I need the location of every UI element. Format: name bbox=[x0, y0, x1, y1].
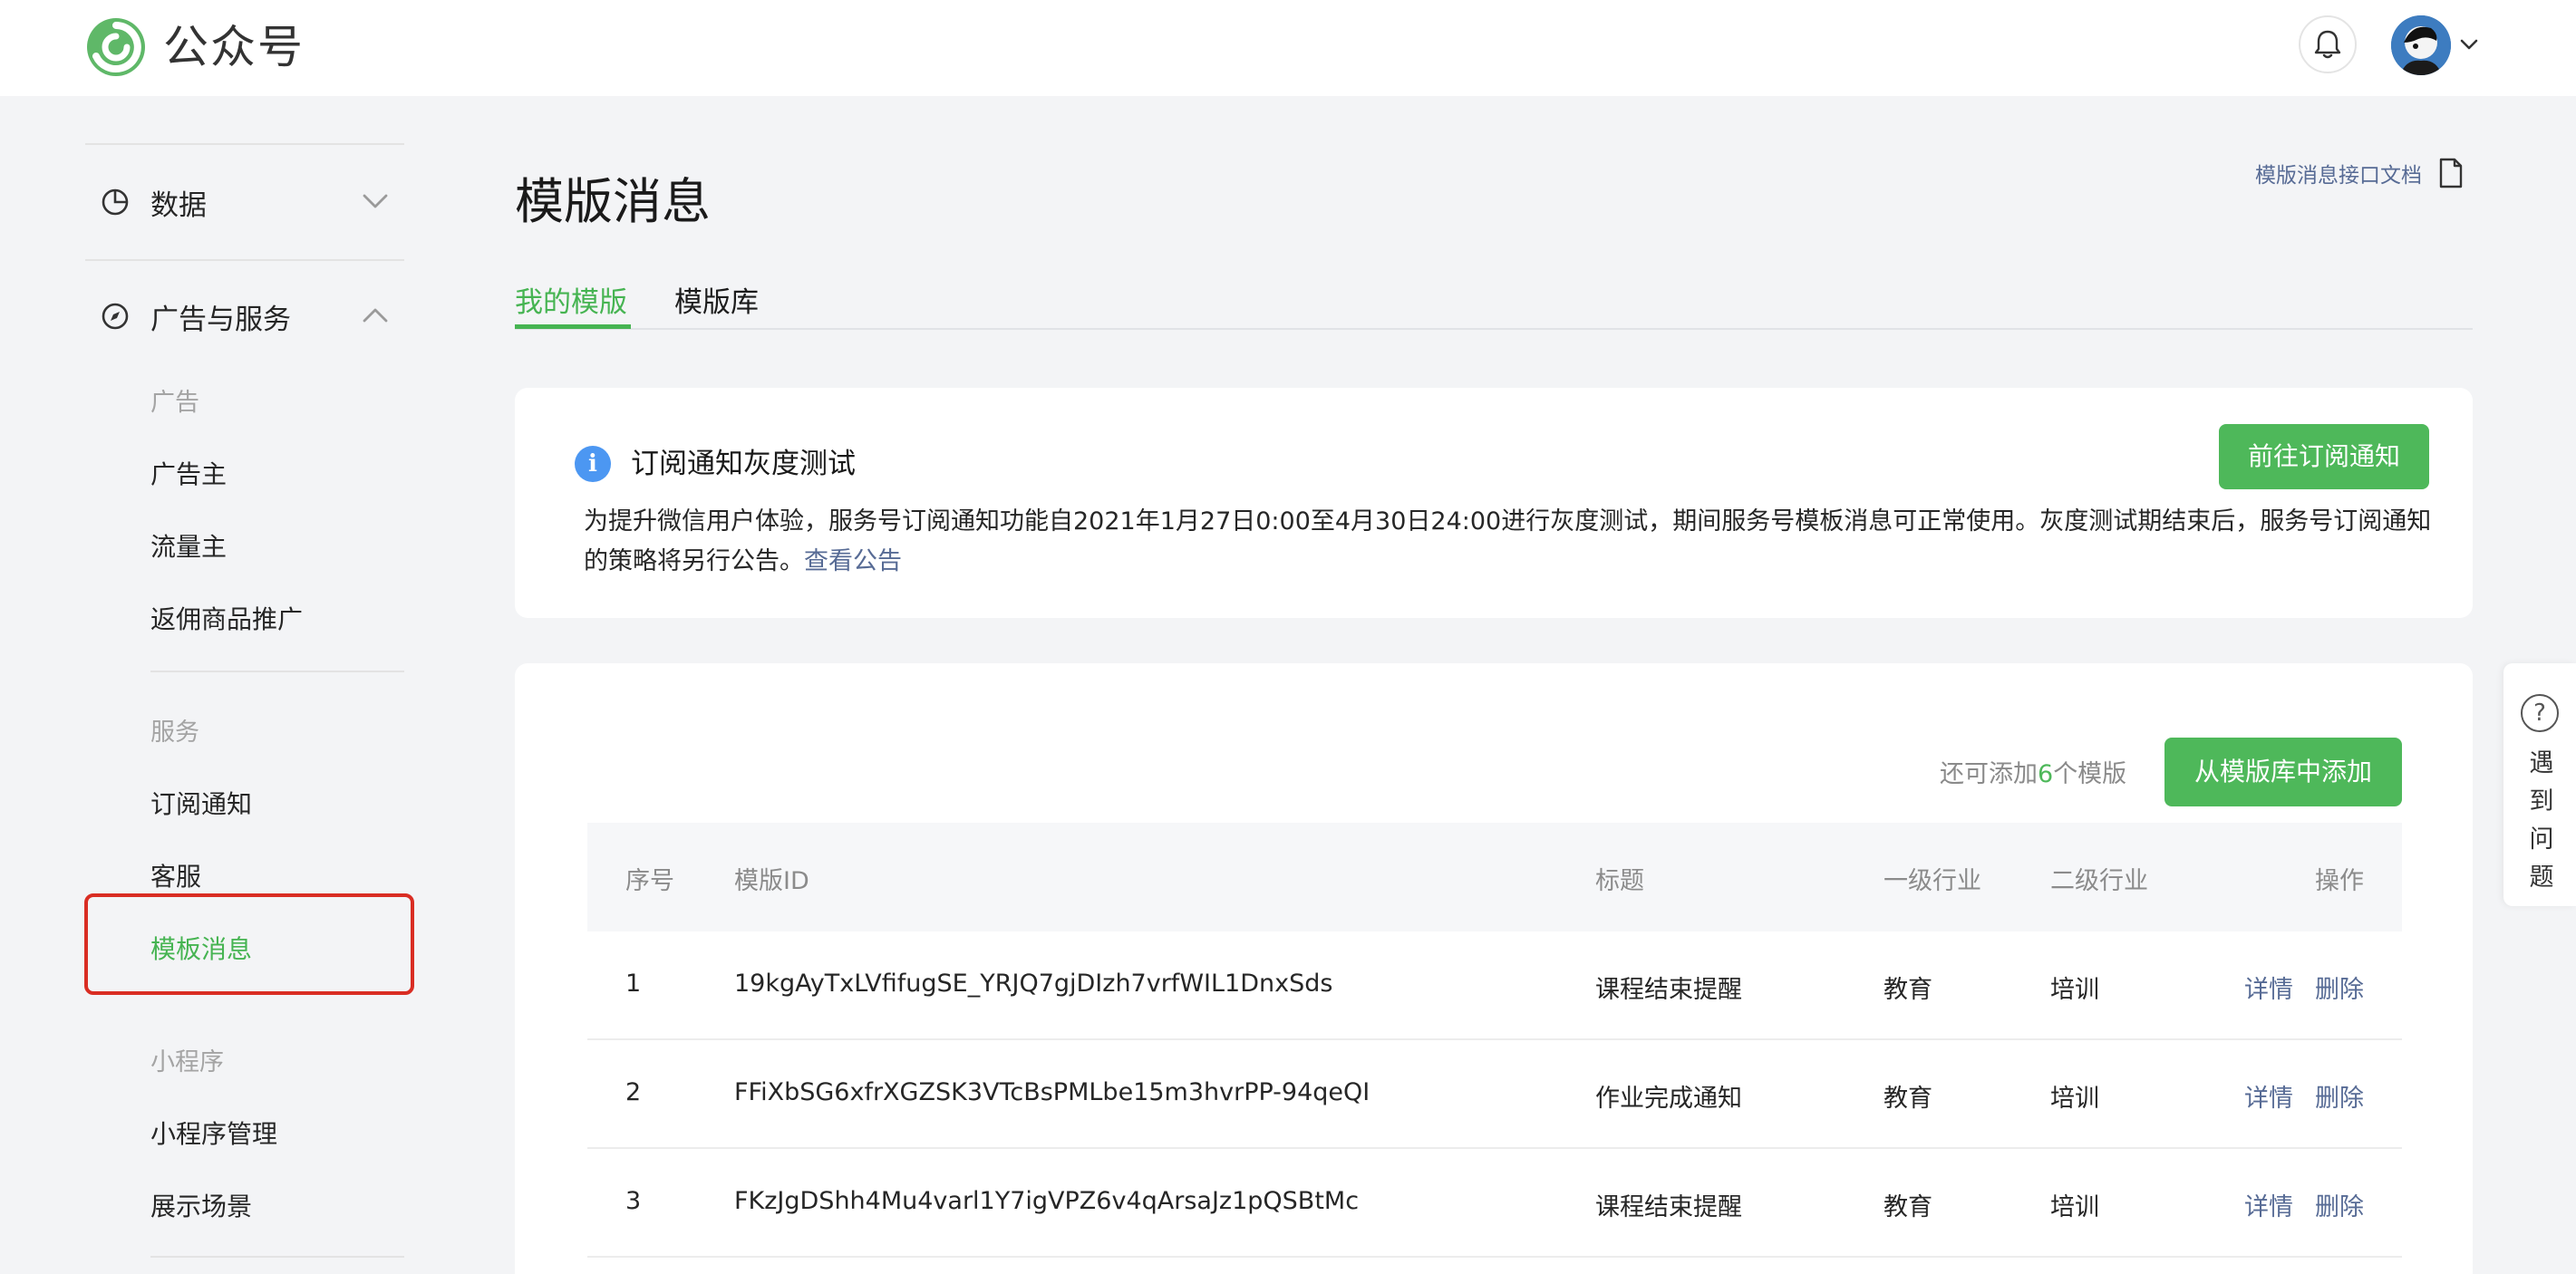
row-title: 作业完成通知 bbox=[1595, 1085, 1742, 1113]
row-no: 1 bbox=[625, 970, 642, 998]
sidebar-caption-ads: 广告 bbox=[150, 389, 199, 417]
sidebar-item-customer-service[interactable]: 客服 bbox=[150, 857, 201, 893]
row-template-id: FKzJgDShh4Mu4varl1Y7igVPZ6v4qArsaJz1pQSB… bbox=[734, 1187, 1360, 1215]
row-industry-2: 培训 bbox=[2050, 1193, 2099, 1221]
tabs-divider bbox=[515, 328, 2473, 330]
table-row: 1 19kgAyTxLVfifugSE_YRJQ7gjDIzh7vrfWIL1D… bbox=[587, 931, 2402, 1040]
detail-link[interactable]: 详情 bbox=[2244, 976, 2293, 1004]
add-from-library-button[interactable]: 从模版库中添加 bbox=[2164, 738, 2402, 806]
row-industry-2: 培训 bbox=[2050, 976, 2099, 1004]
row-template-id: 19kgAyTxLVfifugSE_YRJQ7gjDIzh7vrfWIL1Dnx… bbox=[734, 970, 1333, 998]
help-text: 遇到问题 bbox=[2529, 749, 2554, 892]
quota-text: 还可添加6个模版 bbox=[1940, 754, 2126, 789]
avatar[interactable] bbox=[2391, 15, 2451, 75]
sidebar-group-data[interactable]: 数据 bbox=[85, 161, 404, 243]
table-row: 2 FFiXbSG6xfrXGZSK3VTcBsPMLbe15m3hvrPP-9… bbox=[587, 1040, 2402, 1149]
column-header-industry-1: 一级行业 bbox=[1884, 867, 1981, 895]
row-no: 3 bbox=[625, 1187, 642, 1215]
column-header-actions: 操作 bbox=[2315, 867, 2364, 895]
info-icon: i bbox=[575, 446, 611, 482]
delete-link[interactable]: 删除 bbox=[2315, 976, 2364, 1004]
chevron-down-icon bbox=[363, 194, 388, 208]
pie-chart-icon bbox=[102, 188, 129, 216]
chevron-up-icon bbox=[363, 308, 388, 323]
sidebar-group-label: 广告与服务 bbox=[150, 303, 291, 336]
row-industry-1: 教育 bbox=[1884, 976, 1932, 1004]
active-tab-indicator bbox=[515, 324, 631, 329]
question-mark-icon: ? bbox=[2521, 694, 2559, 732]
row-actions: 详情 删除 bbox=[2244, 970, 2364, 1005]
sidebar-group-ads-services[interactable]: 广告与服务 bbox=[85, 275, 404, 357]
row-actions: 详情 删除 bbox=[2244, 1078, 2364, 1114]
sidebar-item-publisher[interactable]: 流量主 bbox=[150, 527, 227, 564]
column-header-no: 序号 bbox=[625, 867, 674, 895]
notice-title: 订阅通知灰度测试 bbox=[631, 448, 856, 480]
help-float-button[interactable]: ? 遇到问题 bbox=[2503, 663, 2576, 906]
tab-template-library[interactable]: 模版库 bbox=[674, 279, 759, 320]
row-title: 课程结束提醒 bbox=[1595, 1193, 1742, 1221]
column-header-id: 模版ID bbox=[734, 867, 809, 895]
sidebar-divider bbox=[85, 143, 404, 145]
tab-my-templates[interactable]: 我的模版 bbox=[515, 279, 627, 320]
top-bar: 公众号 bbox=[0, 0, 2576, 96]
highlight-annotation-box bbox=[84, 893, 414, 995]
table-row: 3 FKzJgDShh4Mu4varl1Y7igVPZ6v4qArsaJz1pQ… bbox=[587, 1149, 2402, 1258]
quota-prefix: 还可添加 bbox=[1940, 760, 2038, 788]
detail-link[interactable]: 详情 bbox=[2244, 1085, 2293, 1113]
page-title: 模版消息 bbox=[515, 173, 711, 230]
sidebar-caption-miniprogram: 小程序 bbox=[150, 1048, 224, 1076]
row-template-id: FFiXbSG6xfrXGZSK3VTcBsPMLbe15m3hvrPP-94q… bbox=[734, 1078, 1370, 1106]
row-industry-2: 培训 bbox=[2050, 1085, 2099, 1113]
row-title: 课程结束提醒 bbox=[1595, 976, 1742, 1004]
avatar-image bbox=[2391, 15, 2451, 75]
sidebar-item-subscription-notice[interactable]: 订阅通知 bbox=[150, 785, 252, 821]
template-api-doc-link[interactable]: 模版消息接口文档 bbox=[2255, 158, 2464, 188]
sidebar-group-label: 数据 bbox=[150, 188, 207, 222]
sidebar-item-commission-promotion[interactable]: 返佣商品推广 bbox=[150, 600, 303, 636]
detail-link[interactable]: 详情 bbox=[2244, 1193, 2293, 1221]
chevron-down-icon[interactable] bbox=[2458, 36, 2480, 53]
notice-body: 为提升微信用户体验，服务号订阅通知功能自2021年1月27日0:00至4月30日… bbox=[584, 502, 2433, 582]
template-list-card: 还可添加6个模版 从模版库中添加 序号 模版ID 标题 一级行业 二级行业 操作… bbox=[515, 663, 2473, 1274]
compass-icon bbox=[102, 303, 129, 330]
sidebar-item-advertiser[interactable]: 广告主 bbox=[150, 455, 227, 491]
notification-button[interactable] bbox=[2299, 15, 2357, 73]
notice-card: i 订阅通知灰度测试 为提升微信用户体验，服务号订阅通知功能自2021年1月27… bbox=[515, 388, 2473, 618]
sidebar-divider bbox=[150, 671, 404, 672]
bell-icon bbox=[2314, 30, 2341, 59]
table-header: 序号 模版ID 标题 一级行业 二级行业 操作 bbox=[587, 823, 2402, 931]
sidebar-item-miniprogram-management[interactable]: 小程序管理 bbox=[150, 1115, 277, 1151]
sidebar-item-display-scene[interactable]: 展示场景 bbox=[150, 1187, 252, 1223]
quota-suffix: 个模版 bbox=[2053, 760, 2127, 788]
view-announcement-link[interactable]: 查看公告 bbox=[804, 547, 902, 575]
row-actions: 详情 删除 bbox=[2244, 1187, 2364, 1222]
row-industry-1: 教育 bbox=[1884, 1193, 1932, 1221]
go-to-subscription-button[interactable]: 前往订阅通知 bbox=[2219, 424, 2429, 489]
quota-count: 6 bbox=[2038, 760, 2054, 788]
column-header-industry-2: 二级行业 bbox=[2050, 867, 2148, 895]
doc-link-label: 模版消息接口文档 bbox=[2255, 164, 2422, 188]
row-no: 2 bbox=[625, 1078, 642, 1106]
document-icon bbox=[2439, 158, 2463, 188]
delete-link[interactable]: 删除 bbox=[2315, 1085, 2364, 1113]
sidebar-divider bbox=[85, 259, 404, 261]
column-header-title: 标题 bbox=[1595, 867, 1644, 895]
delete-link[interactable]: 删除 bbox=[2315, 1193, 2364, 1221]
sidebar-divider bbox=[150, 1256, 404, 1258]
wechat-official-logo-icon[interactable] bbox=[85, 16, 147, 78]
row-industry-1: 教育 bbox=[1884, 1085, 1932, 1113]
sidebar-caption-services: 服务 bbox=[150, 719, 199, 747]
brand-title: 公众号 bbox=[163, 21, 305, 73]
